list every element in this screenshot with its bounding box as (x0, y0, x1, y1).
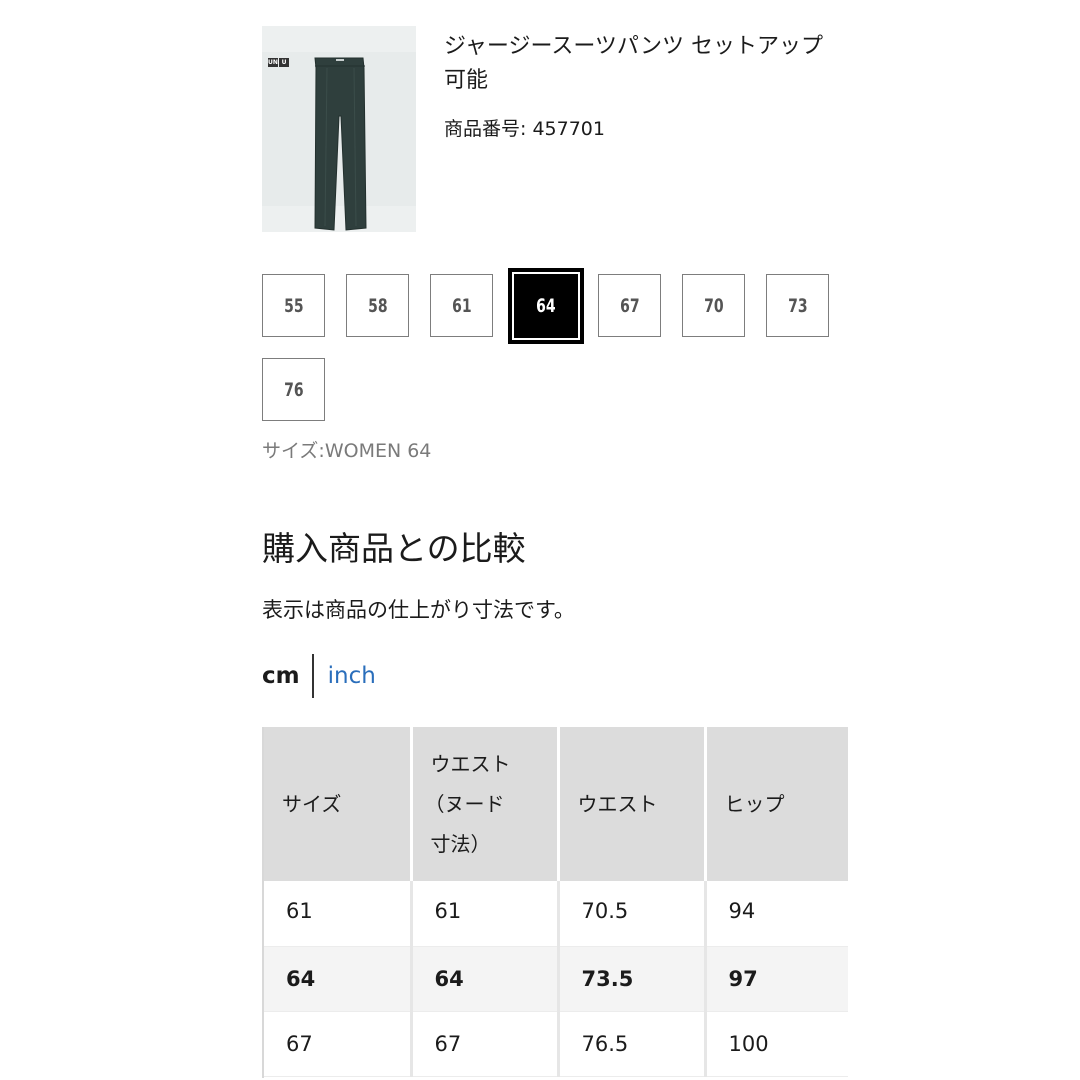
column-header: ウエスト （ヌード寸法） (411, 727, 560, 881)
size-option-67[interactable]: 67 (598, 274, 661, 337)
size-option-label: 76 (283, 378, 304, 401)
column-header-line: ウエスト (577, 792, 658, 816)
measurement-note: 表示は商品の仕上がり寸法です。 (262, 598, 575, 622)
size-option-label: 58 (367, 294, 388, 317)
product-number: 商品番号: 457701 (444, 118, 605, 140)
column-header-line: ウエスト (430, 752, 511, 776)
size-option-label: 70 (703, 294, 724, 317)
size-option-58[interactable]: 58 (346, 274, 409, 337)
table-cell: 100 (705, 1011, 848, 1077)
table-cell: 76.5 (558, 1011, 707, 1077)
table-cell: 67 (411, 1011, 560, 1077)
size-option-label: 64 (536, 295, 556, 317)
unit-cm-option[interactable]: cm (262, 663, 312, 689)
size-option-label: 61 (451, 294, 472, 317)
column-header: ウエスト (558, 727, 707, 881)
pants-icon (314, 57, 367, 231)
column-header-line: サイズ (282, 792, 342, 816)
table-cell: 64 (264, 946, 413, 1012)
column-header-line: （ヌード (424, 792, 505, 816)
product-name[interactable]: ジャージースーツパンツ セットアップ (444, 30, 848, 64)
table-cell: 73.5 (558, 946, 707, 1012)
size-option-64[interactable]: 64 (508, 268, 584, 344)
table-body: 61 61 70.5 94 64 64 73.5 97 67 67 76.5 100 (264, 881, 848, 1077)
table-cell: 61 (264, 881, 413, 947)
unit-inch-link[interactable]: inch (314, 663, 376, 689)
table-cell: 97 (705, 946, 848, 1012)
logo-u: U (279, 58, 289, 67)
table-row: 61 61 70.5 94 (264, 881, 848, 947)
size-comparison-table[interactable]: サイズ ウエスト （ヌード 寸法） ウエスト ヒップ 61 61 70.5 94 64 64 73.5… (262, 727, 848, 1078)
image-band-top (262, 26, 416, 52)
table-cell: 61 (411, 881, 560, 947)
table-header-row: サイズ ウエスト （ヌード 寸法） ウエスト ヒップ (264, 727, 848, 881)
uniqlo-logo-icon: UNI U (268, 58, 289, 67)
size-option-76[interactable]: 76 (262, 358, 325, 421)
size-option-61[interactable]: 61 (430, 274, 493, 337)
selected-size-label: サイズ:WOMEN 64 (262, 440, 432, 462)
size-option-55[interactable]: 55 (262, 274, 325, 337)
size-option-70[interactable]: 70 (682, 274, 745, 337)
column-header: サイズ (264, 727, 413, 881)
size-option-73[interactable]: 73 (766, 274, 829, 337)
size-option-label: 55 (283, 294, 304, 317)
table-row: 67 67 76.5 100 (264, 1011, 848, 1077)
unit-toggle: cm inch (262, 654, 376, 698)
column-header-line: 寸法） (430, 832, 491, 856)
table-cell: 70.5 (558, 881, 707, 947)
table-cell: 67 (264, 1011, 413, 1077)
section-title: 購入商品との比較 (262, 529, 526, 568)
product-image[interactable]: UNI U (262, 26, 416, 232)
size-option-label: 73 (787, 294, 808, 317)
column-header-line: ヒップ (724, 792, 785, 816)
table-cell: 94 (705, 881, 848, 947)
table-cell: 64 (411, 946, 560, 1012)
logo-uni: UNI (268, 58, 281, 67)
size-option-label: 67 (619, 294, 640, 317)
column-header: ヒップ (705, 727, 848, 881)
product-name-continued[interactable]: 可能 (444, 64, 488, 98)
table-row: 64 64 73.5 97 (264, 946, 848, 1012)
